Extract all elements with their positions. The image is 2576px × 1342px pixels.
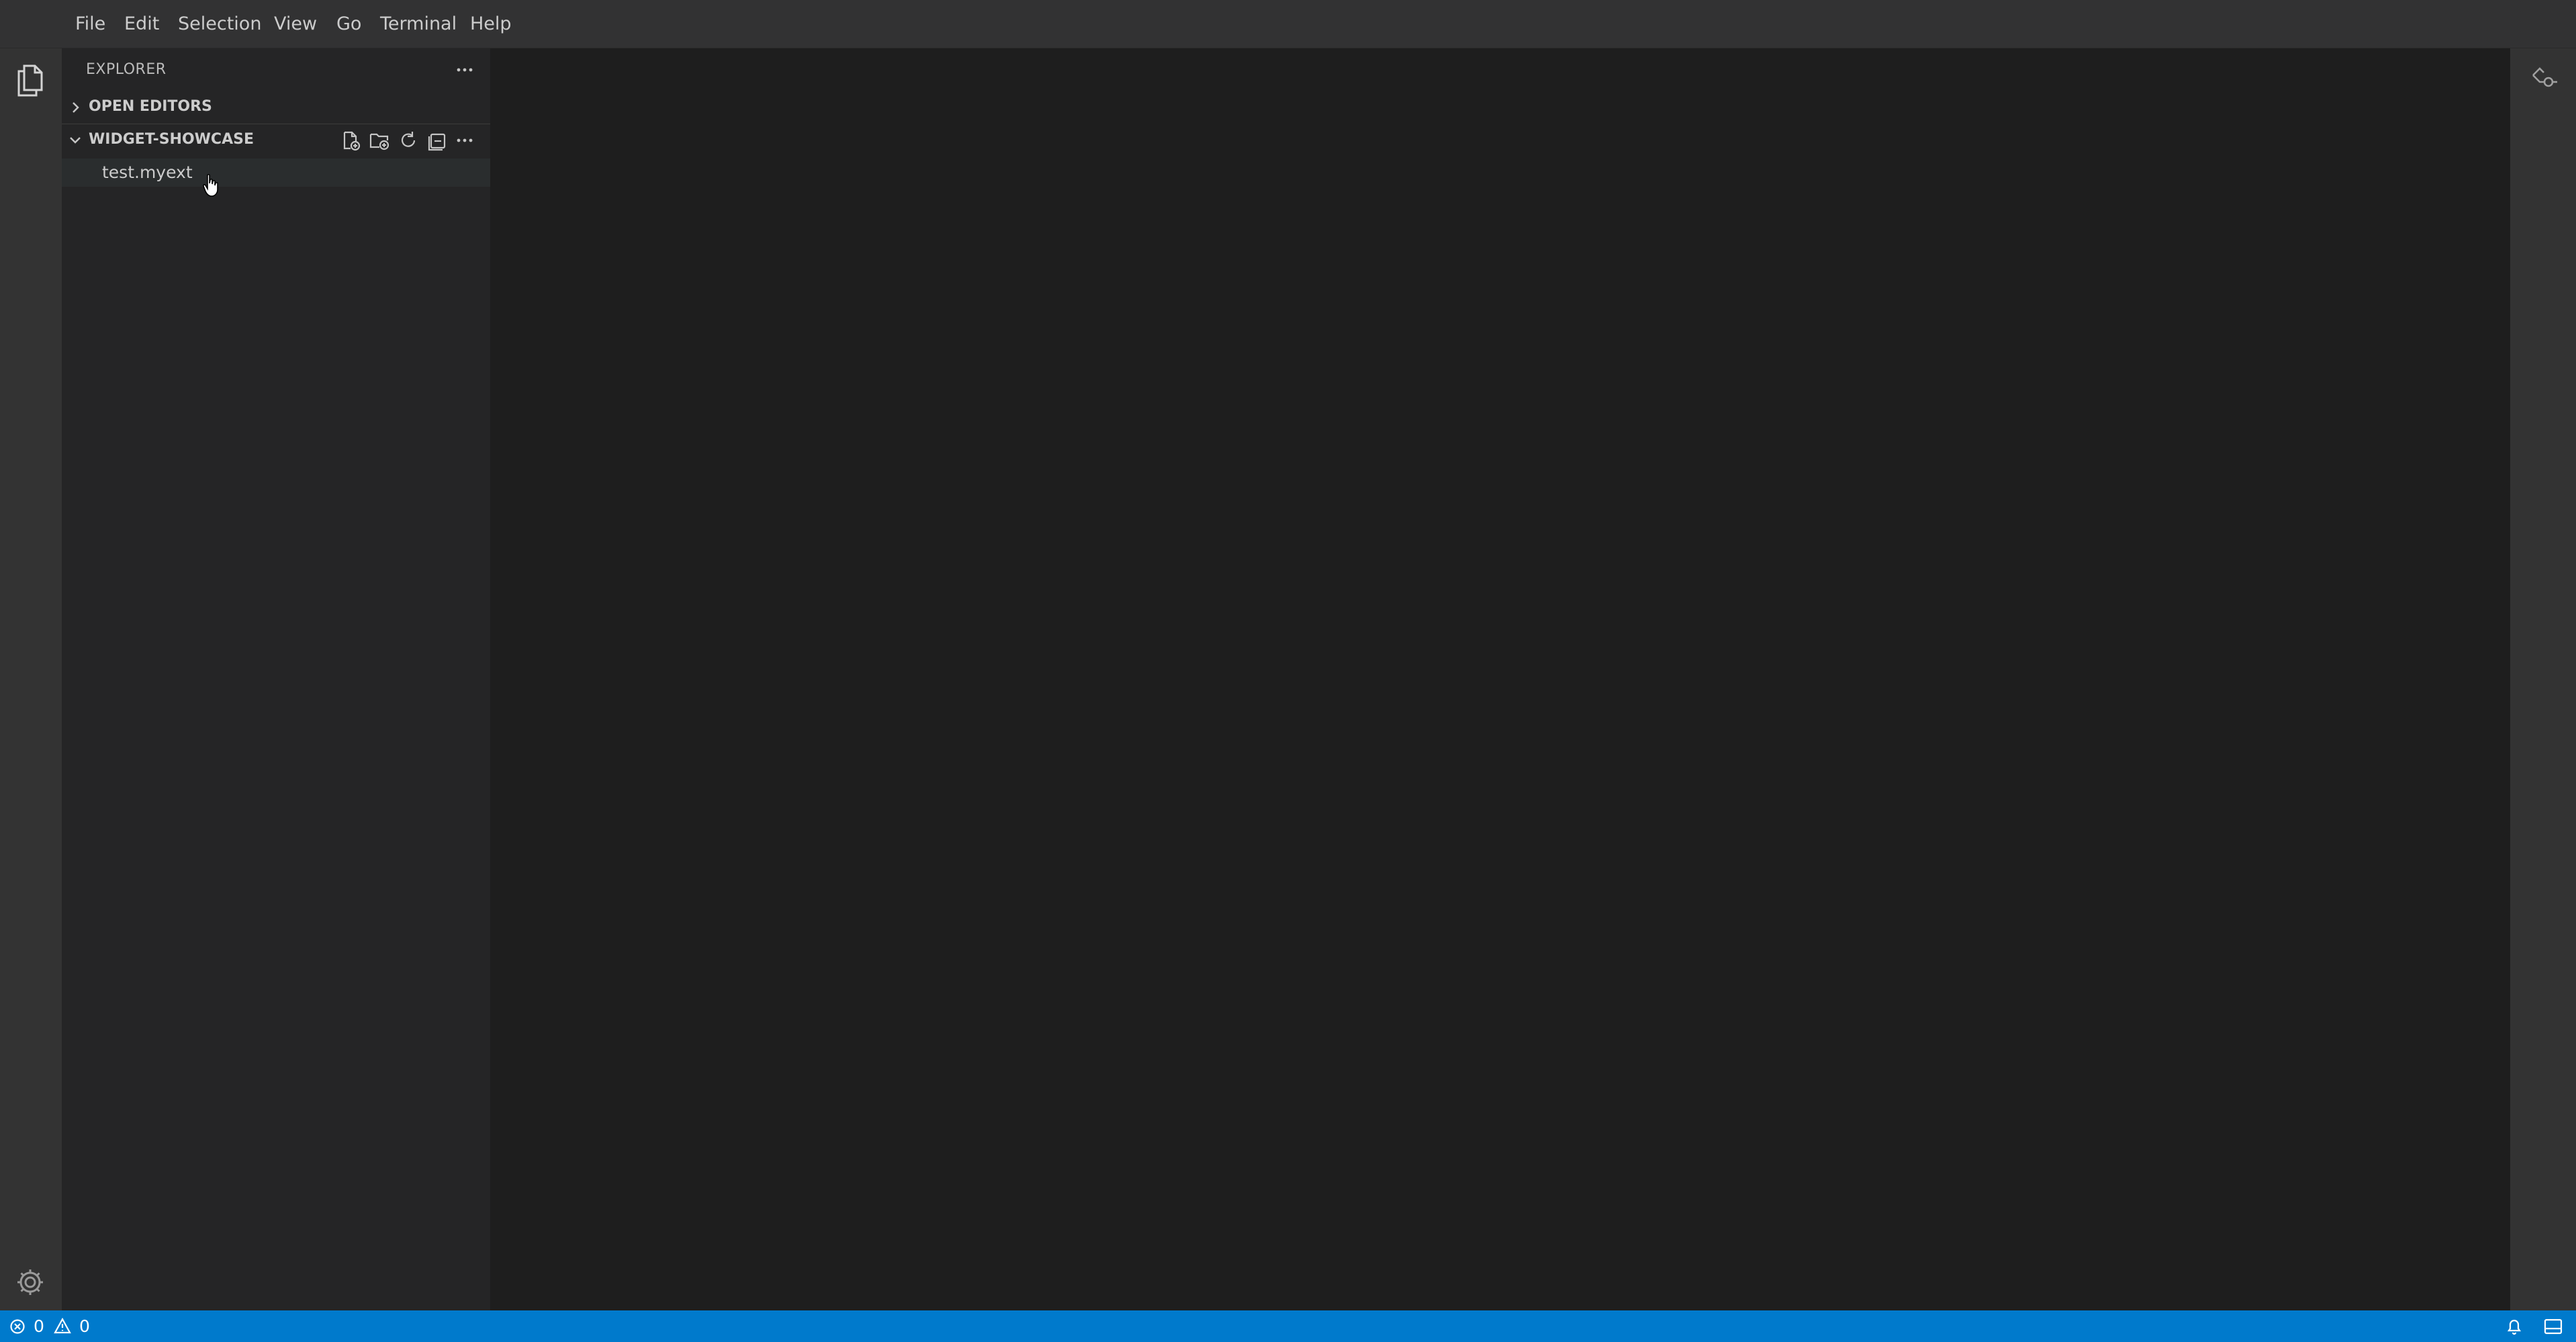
source-control-icon[interactable] bbox=[2530, 64, 2559, 93]
menu-go[interactable]: Go bbox=[336, 0, 361, 48]
chevron-right-icon bbox=[67, 99, 83, 116]
menu-selection[interactable]: Selection bbox=[178, 0, 261, 48]
files-icon[interactable] bbox=[13, 62, 47, 98]
folder-name: WIDGET-SHOWCASE bbox=[89, 131, 254, 148]
title-bar: File Edit Selection View Go Terminal Hel… bbox=[0, 0, 2576, 48]
menu-view[interactable]: View bbox=[274, 0, 317, 48]
folder-section-header[interactable]: WIDGET-SHOWCASE bbox=[62, 125, 490, 154]
error-count[interactable]: 0 bbox=[34, 1316, 44, 1336]
menu-edit[interactable]: Edit bbox=[124, 0, 159, 48]
explorer-sidebar: EXPLORER OPEN EDITORS WIDGET-SHOWCASE te… bbox=[62, 48, 490, 1310]
warning-icon[interactable] bbox=[54, 1318, 71, 1334]
secondary-bar bbox=[2510, 48, 2576, 1310]
explorer-title: EXPLORER bbox=[86, 61, 167, 78]
settings-gear-icon[interactable] bbox=[15, 1267, 46, 1298]
chevron-down-icon bbox=[67, 132, 83, 148]
bell-icon[interactable] bbox=[2506, 1318, 2522, 1335]
collapse-all-icon[interactable] bbox=[426, 130, 448, 151]
folder-more-actions-icon[interactable] bbox=[455, 134, 474, 147]
new-folder-icon[interactable] bbox=[369, 130, 390, 151]
more-actions-icon[interactable] bbox=[455, 63, 474, 77]
menu-terminal[interactable]: Terminal bbox=[380, 0, 457, 48]
status-bar: 0 0 bbox=[0, 1310, 2576, 1342]
layout-icon[interactable] bbox=[2544, 1318, 2563, 1335]
file-name: test.myext bbox=[102, 163, 193, 182]
open-editors-label: OPEN EDITORS bbox=[89, 98, 212, 115]
editor-area[interactable] bbox=[490, 48, 2510, 1310]
refresh-icon[interactable] bbox=[398, 130, 419, 151]
activity-bar bbox=[0, 48, 62, 1310]
menu-help[interactable]: Help bbox=[470, 0, 512, 48]
menu-file[interactable]: File bbox=[75, 0, 105, 48]
error-icon[interactable] bbox=[9, 1318, 26, 1335]
hand-cursor-icon bbox=[202, 173, 221, 197]
new-file-icon[interactable] bbox=[340, 130, 361, 151]
warning-count[interactable]: 0 bbox=[79, 1316, 90, 1336]
open-editors-section[interactable]: OPEN EDITORS bbox=[62, 93, 490, 122]
file-item[interactable]: test.myext bbox=[62, 159, 490, 187]
